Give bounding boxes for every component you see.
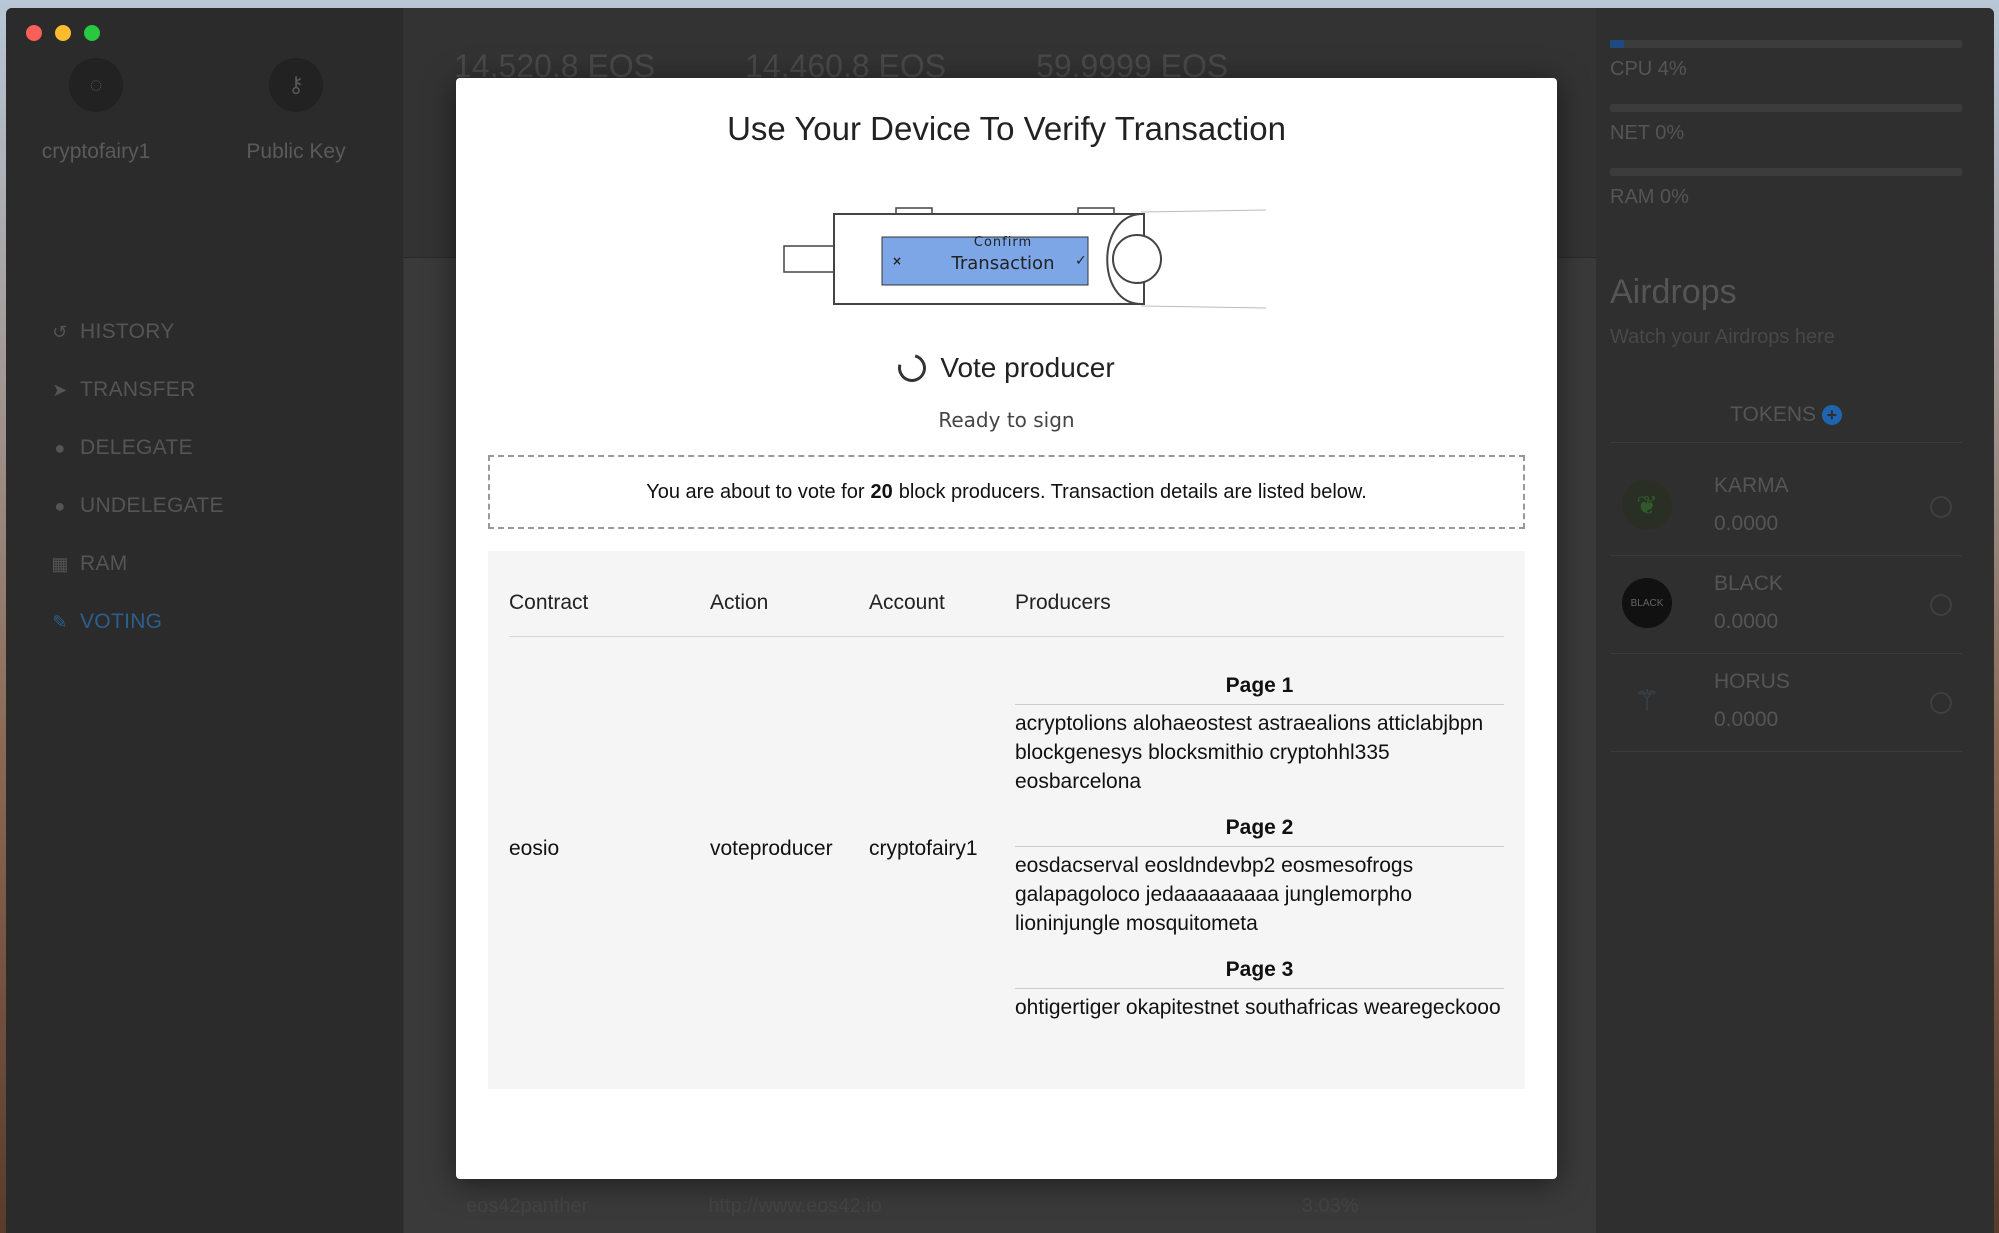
undelegate-icon: ● bbox=[54, 495, 66, 516]
chip-icon: ▦ bbox=[51, 553, 69, 574]
resource-net: NET 0% bbox=[1610, 104, 1962, 145]
producer-page-3: Page 3 ohtigertiger okapitestnet southaf… bbox=[1015, 958, 1504, 1022]
minimize-window-button[interactable] bbox=[55, 25, 71, 41]
app-window: ◌ cryptofairy1 ⚷ Public Key ↺ HISTORY ➤ … bbox=[6, 8, 1994, 1233]
producer-page-2: Page 2 eosdacserval eosldndevbp2 eosmeso… bbox=[1015, 816, 1504, 938]
airdrops-subtitle: Watch your Airdrops here bbox=[1610, 326, 1835, 348]
column-header-account: Account bbox=[869, 591, 945, 614]
column-header-contract: Contract bbox=[509, 591, 589, 614]
eye-icon[interactable] bbox=[1930, 692, 1952, 714]
sign-status: Ready to sign bbox=[938, 408, 1075, 432]
verify-transaction-modal: Use Your Device To Verify Transaction × … bbox=[456, 78, 1557, 1179]
sidebar-item-label: TRANSFER bbox=[80, 378, 196, 401]
add-token-icon[interactable]: + bbox=[1821, 405, 1842, 426]
sidebar-item-label: RAM bbox=[80, 552, 128, 575]
page-heading: Page 1 bbox=[1015, 674, 1504, 705]
public-key-block[interactable]: ⚷ Public Key bbox=[206, 58, 386, 164]
airdrops-title: Airdrops bbox=[1610, 273, 1737, 311]
page-heading: Page 3 bbox=[1015, 958, 1504, 989]
ram-bar bbox=[1610, 168, 1962, 176]
token-name: KARMA bbox=[1714, 474, 1789, 497]
producer-page-1: Page 1 acryptolions alohaeostest astraea… bbox=[1015, 674, 1504, 796]
token-row[interactable]: BLACK BLACK 0.0000 bbox=[1610, 556, 1962, 654]
tokens-label: TOKENS bbox=[1730, 403, 1817, 426]
producer-list: eosdacserval eosldndevbp2 eosmesofrogs g… bbox=[1015, 854, 1414, 935]
zoom-window-button[interactable] bbox=[84, 25, 100, 41]
net-label: NET 0% bbox=[1610, 122, 1685, 144]
notice-count: 20 bbox=[870, 480, 893, 503]
vote-notice: You are about to vote for 20 block produ… bbox=[488, 455, 1525, 529]
net-bar bbox=[1610, 104, 1962, 112]
column-header-action: Action bbox=[710, 591, 769, 614]
sidebar-item-label: UNDELEGATE bbox=[80, 494, 224, 517]
sidebar-item-voting[interactable]: ✎ VOTING bbox=[50, 593, 224, 651]
producer-list: ohtigertiger okapitestnet southafricas w… bbox=[1015, 996, 1501, 1019]
account-block[interactable]: ◌ cryptofairy1 bbox=[6, 58, 186, 164]
svg-text:×: × bbox=[892, 254, 902, 268]
producer-row-behind: eos42panther http://www.eos42.io 3.03% bbox=[466, 1195, 1358, 1218]
cell-action: voteproducer bbox=[710, 837, 833, 860]
tokens-header: TOKENS + bbox=[1610, 403, 1962, 443]
header-divider bbox=[509, 636, 1504, 637]
producer-list: acryptolions alohaeostest astraealions a… bbox=[1015, 712, 1484, 793]
sidebar-item-ram[interactable]: ▦ RAM bbox=[50, 535, 224, 593]
cpu-label: CPU 4% bbox=[1610, 58, 1687, 80]
producer-name: eos42panther bbox=[466, 1195, 589, 1217]
black-logo-icon: BLACK bbox=[1622, 578, 1672, 628]
notice-text-pre: You are about to vote for bbox=[646, 480, 865, 503]
token-amount: 0.0000 bbox=[1714, 610, 1779, 633]
sidebar-item-label: VOTING bbox=[80, 610, 163, 633]
page-heading: Page 2 bbox=[1015, 816, 1504, 847]
sidebar-item-transfer[interactable]: ➤ TRANSFER bbox=[50, 361, 224, 419]
sidebar-item-delegate[interactable]: ● DELEGATE bbox=[50, 419, 224, 477]
horus-logo-icon: ⚚ bbox=[1633, 684, 1661, 718]
device-screen-line1: Confirm bbox=[973, 235, 1033, 250]
sidebar-nav: ↺ HISTORY ➤ TRANSFER ● DELEGATE ● UNDELE… bbox=[50, 303, 224, 651]
airdrops-section: Airdrops Watch your Airdrops here bbox=[1610, 273, 1835, 349]
eye-icon[interactable] bbox=[1930, 496, 1952, 518]
cpu-bar bbox=[1610, 40, 1962, 48]
edit-icon: ✎ bbox=[52, 611, 68, 632]
sidebar-item-label: HISTORY bbox=[80, 320, 175, 343]
token-row[interactable]: ❦ KARMA 0.0000 bbox=[1610, 458, 1962, 556]
modal-title: Use Your Device To Verify Transaction bbox=[727, 110, 1286, 147]
action-label: Vote producer bbox=[940, 352, 1115, 383]
device-screen-line2: Transaction bbox=[951, 253, 1055, 274]
resource-ram: RAM 0% bbox=[1610, 168, 1962, 209]
window-controls bbox=[26, 25, 100, 41]
cell-account: cryptofairy1 bbox=[869, 837, 978, 860]
producer-url: http://www.eos42.io bbox=[708, 1195, 882, 1217]
column-header-producers: Producers bbox=[1015, 591, 1111, 614]
eye-icon[interactable] bbox=[1930, 594, 1952, 616]
ram-label: RAM 0% bbox=[1610, 186, 1689, 208]
action-status: Vote producer bbox=[456, 348, 1557, 388]
karma-logo-icon: ❦ bbox=[1622, 480, 1672, 530]
cpu-bar-fill bbox=[1610, 40, 1625, 48]
public-key-label: Public Key bbox=[246, 140, 346, 163]
history-icon: ↺ bbox=[52, 321, 68, 342]
sidebar-item-undelegate[interactable]: ● UNDELEGATE bbox=[50, 477, 224, 535]
account-name: cryptofairy1 bbox=[41, 140, 151, 163]
loading-spinner-icon bbox=[893, 348, 932, 388]
key-icon: ⚷ bbox=[269, 58, 323, 112]
producer-percent: 3.03% bbox=[1301, 1195, 1359, 1217]
black-logo-text: BLACK bbox=[1630, 597, 1664, 609]
token-name: HORUS bbox=[1714, 670, 1790, 693]
send-icon: ➤ bbox=[52, 379, 68, 400]
sidebar: ◌ cryptofairy1 ⚷ Public Key ↺ HISTORY ➤ … bbox=[6, 8, 404, 1233]
cell-contract: eosio bbox=[509, 837, 560, 860]
notice-text-post: block producers. Transaction details are… bbox=[898, 480, 1367, 503]
sidebar-item-label: DELEGATE bbox=[80, 436, 193, 459]
delegate-icon: ● bbox=[54, 437, 66, 458]
avatar: ◌ bbox=[69, 58, 123, 112]
close-window-button[interactable] bbox=[26, 25, 42, 41]
resource-cpu: CPU 4% bbox=[1610, 40, 1962, 81]
token-amount: 0.0000 bbox=[1714, 708, 1779, 731]
transaction-details-table: Contract Action Account Producers eosio … bbox=[488, 551, 1525, 1089]
token-name: BLACK bbox=[1714, 572, 1783, 595]
sidebar-item-history[interactable]: ↺ HISTORY bbox=[50, 303, 224, 361]
right-panel: CPU 4% NET 0% RAM 0% Airdrops Watch your… bbox=[1596, 8, 1994, 1233]
token-row[interactable]: ⚚ HORUS 0.0000 bbox=[1610, 654, 1962, 752]
token-amount: 0.0000 bbox=[1714, 512, 1779, 535]
